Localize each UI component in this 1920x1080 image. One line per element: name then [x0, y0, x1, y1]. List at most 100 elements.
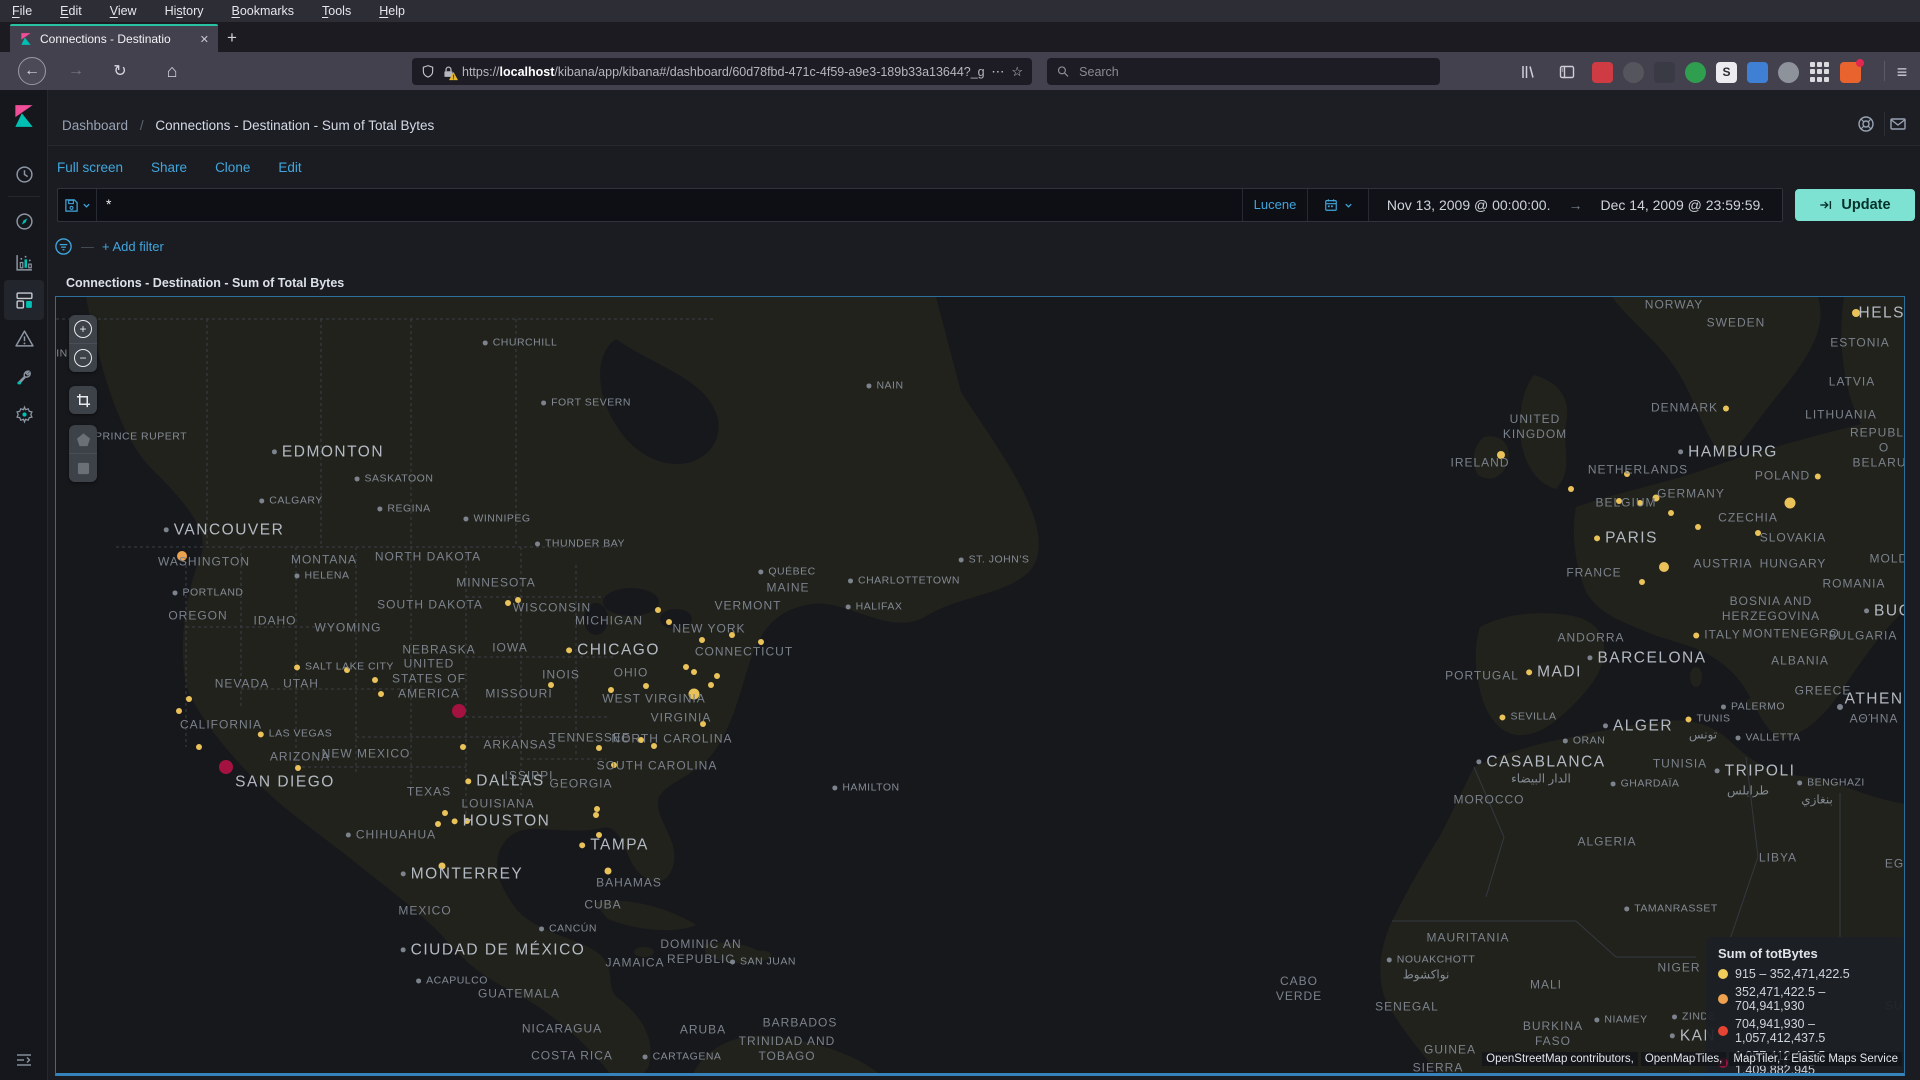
- time-arrow-icon: →: [1568, 197, 1583, 213]
- nav-dashboard-icon[interactable]: [4, 280, 44, 320]
- map-data-dot: [1639, 579, 1645, 585]
- menu-bookmarks[interactable]: Bookmarks: [232, 4, 295, 18]
- url-bar[interactable]: https://localhost/kibana/app/kibana#/das…: [412, 58, 1032, 85]
- screen: File Edit View History Bookmarks Tools Help Co…: [0, 0, 1920, 1080]
- map-data-dot: [655, 607, 661, 613]
- mail-icon[interactable]: [1886, 112, 1910, 136]
- action-edit[interactable]: Edit: [278, 160, 301, 175]
- home-button[interactable]: ⌂: [158, 57, 186, 85]
- action-share[interactable]: Share: [151, 160, 187, 175]
- query-language-button[interactable]: Lucene: [1244, 197, 1306, 212]
- time-start[interactable]: Nov 13, 2009 @ 00:00:00.: [1387, 197, 1551, 213]
- toolbar-divider: [1884, 61, 1885, 81]
- extension-4-icon[interactable]: [1685, 61, 1706, 83]
- query-input[interactable]: *: [106, 196, 111, 212]
- search-icon: [1057, 66, 1069, 77]
- time-end[interactable]: Dec 14, 2009 @ 23:59:59.: [1601, 197, 1765, 213]
- url-text[interactable]: https://localhost/kibana/app/kibana#/das…: [462, 65, 984, 79]
- lock-warning-icon[interactable]: [442, 65, 458, 80]
- map-data-dot: [1652, 494, 1660, 502]
- map-data-dot: [708, 682, 714, 688]
- forward-button[interactable]: →: [62, 57, 90, 85]
- extension-3-icon[interactable]: [1654, 61, 1675, 83]
- extension-2-icon[interactable]: [1623, 61, 1644, 83]
- map-data-dot: [460, 744, 466, 750]
- map-data-dot: [700, 721, 706, 727]
- map-panel[interactable]: + − Sum of totBytes 915 – 352,471,422.5 3…: [55, 296, 1905, 1076]
- collapse-nav-icon[interactable]: [4, 1040, 44, 1080]
- update-button[interactable]: Update: [1795, 189, 1915, 221]
- saved-query-menu[interactable]: [58, 189, 96, 221]
- query-bar[interactable]: * Lucene Nov 13, 2009 @ 00:00:00. → Dec …: [57, 188, 1783, 222]
- map-data-dot: [758, 639, 764, 645]
- map-data-dot: [1616, 498, 1622, 504]
- attribution-link[interactable]: MapTiler,: [1729, 1052, 1785, 1066]
- zoom-in-button[interactable]: +: [69, 315, 97, 343]
- browser-menubar: File Edit View History Bookmarks Tools Help: [0, 0, 1920, 22]
- new-tab-button[interactable]: +: [218, 24, 246, 52]
- map-data-dot: [608, 687, 614, 693]
- help-icon[interactable]: [1854, 112, 1878, 136]
- recently-viewed-icon[interactable]: [4, 154, 44, 194]
- extension-9-icon[interactable]: [1840, 58, 1864, 83]
- nav-alerts-icon[interactable]: [4, 318, 44, 358]
- nav-discover-icon[interactable]: [4, 201, 44, 241]
- map-data-dot: [442, 810, 448, 816]
- filter-dash: —: [81, 238, 94, 254]
- extension-ublock-icon[interactable]: [1592, 61, 1613, 83]
- menu-history[interactable]: History: [165, 4, 204, 18]
- map-data-dot: [464, 818, 470, 824]
- panel-title[interactable]: Connections - Destination - Sum of Total…: [66, 276, 344, 290]
- attribution-link[interactable]: OpenMapTiles,: [1640, 1052, 1727, 1066]
- bookmark-star-icon[interactable]: ☆: [1011, 64, 1023, 80]
- map-canvas: [56, 297, 1904, 1073]
- map-data-dot: [1695, 524, 1701, 530]
- draw-rectangle-button[interactable]: [69, 453, 97, 482]
- breadcrumb-root[interactable]: Dashboard: [62, 118, 128, 133]
- filter-icon[interactable]: [54, 237, 73, 256]
- map-data-dot: [186, 696, 192, 702]
- menu-help[interactable]: Help: [379, 4, 405, 18]
- kibana-logo[interactable]: [11, 103, 37, 129]
- add-filter-button[interactable]: + Add filter: [102, 239, 164, 254]
- refresh-icon: [1820, 201, 1832, 209]
- map-data-dot: [651, 743, 657, 749]
- extension-5-icon[interactable]: S: [1716, 61, 1737, 83]
- menu-view[interactable]: View: [110, 4, 137, 18]
- browser-search-bar[interactable]: [1047, 58, 1440, 85]
- date-picker-menu[interactable]: [1308, 189, 1368, 221]
- menu-file[interactable]: File: [12, 4, 32, 18]
- draw-polygon-button[interactable]: [69, 425, 97, 453]
- tracking-shield-icon[interactable]: [421, 64, 435, 79]
- menu-edit[interactable]: Edit: [60, 4, 82, 18]
- zoom-out-button[interactable]: −: [69, 343, 97, 372]
- search-input[interactable]: [1077, 63, 1430, 80]
- extension-toolbar: S: [1592, 58, 1864, 84]
- library-icon[interactable]: [1516, 60, 1540, 84]
- save-icon: [64, 198, 78, 212]
- extension-7-icon[interactable]: [1778, 61, 1799, 83]
- nav-management-icon[interactable]: [4, 394, 44, 434]
- browser-tab[interactable]: Connections - Destinatio ✕: [10, 24, 218, 52]
- set-view-button[interactable]: [69, 386, 97, 414]
- action-full-screen[interactable]: Full screen: [57, 160, 123, 175]
- menu-tools[interactable]: Tools: [322, 4, 351, 18]
- map-data-dot: [548, 682, 554, 688]
- app-menu-icon[interactable]: ≡: [1890, 60, 1914, 84]
- reload-button[interactable]: ↻: [106, 57, 134, 85]
- nav-visualize-icon[interactable]: [4, 242, 44, 282]
- attribution-link[interactable]: Elastic Maps Service: [1787, 1052, 1902, 1066]
- breadcrumb: Dashboard / Connections - Destination - …: [62, 118, 435, 133]
- nav-devtools-icon[interactable]: [4, 356, 44, 396]
- action-clone[interactable]: Clone: [215, 160, 250, 175]
- extension-6-icon[interactable]: [1747, 61, 1768, 83]
- time-range[interactable]: Nov 13, 2009 @ 00:00:00. → Dec 14, 2009 …: [1369, 189, 1782, 221]
- legend-title: Sum of totBytes: [1718, 946, 1818, 961]
- back-button[interactable]: ←: [18, 57, 46, 85]
- sidebars-icon[interactable]: [1555, 60, 1579, 84]
- tab-close-icon[interactable]: ✕: [200, 33, 209, 46]
- calendar-icon: [1324, 199, 1337, 211]
- attribution-link[interactable]: OpenStreetMap contributors,: [1482, 1052, 1638, 1066]
- url-overflow-icon[interactable]: ⋯: [991, 64, 1004, 80]
- extension-8-icon[interactable]: [1809, 61, 1830, 83]
